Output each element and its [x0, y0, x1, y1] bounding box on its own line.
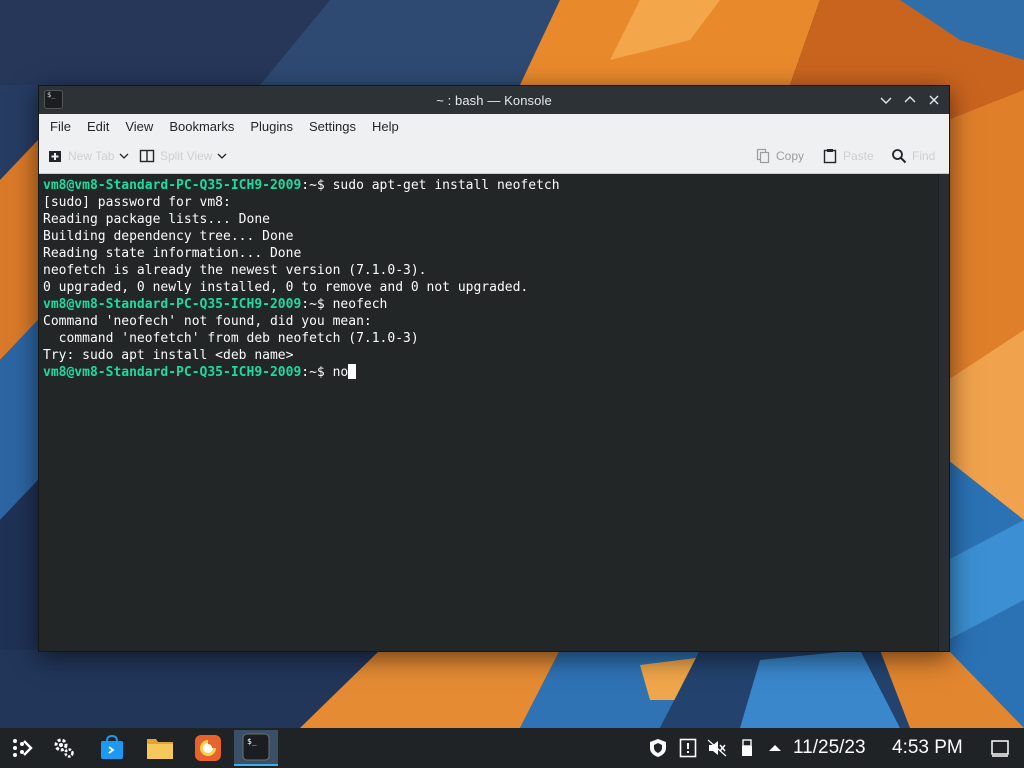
copy-label: Copy [776, 149, 805, 163]
split-view-label: Split View [160, 149, 213, 163]
volume-muted-icon [707, 739, 727, 757]
paste-label: Paste [843, 149, 874, 163]
find-label: Find [912, 149, 936, 163]
terminal-command: sudo apt-get install neofetch [332, 178, 560, 193]
maximize-button[interactable] [899, 89, 921, 111]
terminal-output-line: 0 upgraded, 0 newly installed, 0 to remo… [43, 280, 529, 295]
menu-bookmarks[interactable]: Bookmarks [161, 114, 242, 139]
menu-view[interactable]: View [117, 114, 161, 139]
svg-text:$_: $_ [247, 737, 257, 746]
usb-device-button[interactable] [736, 737, 758, 759]
system-settings-icon [54, 738, 74, 758]
konsole-app-icon[interactable]: $_ [44, 90, 63, 109]
terminal-prompt-line: vm8@vm8-Standard-PC-Q35-ICH9-2009:~$ no [43, 364, 939, 381]
new-tab-icon [49, 151, 61, 162]
security-shield-icon [650, 739, 666, 757]
close-button[interactable] [923, 89, 945, 111]
taskbar-date[interactable]: 11/25/23 [793, 728, 866, 768]
taskbar-time[interactable]: 4:53 PM [892, 728, 963, 768]
chevron-down-icon [880, 97, 892, 104]
prompt-user-host: vm8@vm8-Standard-PC-Q35-ICH9-2009 [43, 365, 302, 380]
terminal-output-line: Command 'neofech' not found, did you mea… [43, 314, 372, 329]
prompt-user-host: vm8@vm8-Standard-PC-Q35-ICH9-2009 [43, 297, 302, 312]
find-button[interactable]: Find [891, 145, 935, 167]
taskbar: $_ 11/25/23 4:53 PM [0, 728, 1024, 768]
application-launcher-icon [13, 739, 33, 757]
main-toolbar: New Tab Split View Copy Paste Find [39, 139, 949, 174]
tray-expand-button[interactable] [764, 737, 786, 759]
security-shield-button[interactable] [647, 737, 669, 759]
konsole-icon: $_ [242, 733, 270, 761]
discover-icon [101, 735, 123, 759]
firefox-icon [195, 735, 221, 761]
minimize-button[interactable] [875, 89, 897, 111]
chevron-up-icon [904, 96, 916, 103]
notifications-icon [679, 738, 697, 758]
paste-icon [823, 149, 837, 164]
file-manager-icon [147, 739, 173, 759]
chevron-down-icon [218, 153, 227, 159]
show-desktop-button[interactable] [989, 737, 1011, 759]
terminal-output-line: Reading state information... Done [43, 246, 302, 261]
chevron-down-icon [120, 153, 129, 159]
terminal-output-line: Try: sudo apt install <deb name> [43, 348, 294, 363]
discover-launcher[interactable] [90, 730, 134, 766]
menu-settings[interactable]: Settings [301, 114, 364, 139]
menu-bar: File Edit View Bookmarks Plugins Setting… [39, 114, 949, 139]
menu-help[interactable]: Help [364, 114, 407, 139]
terminal-command: neofech [332, 297, 388, 312]
copy-button[interactable]: Copy [755, 145, 804, 167]
application-launcher-button[interactable] [0, 730, 44, 766]
konsole-task-button[interactable]: $_ [234, 730, 278, 766]
paste-button[interactable]: Paste [822, 145, 874, 167]
terminal-command: no [332, 365, 349, 380]
firefox-launcher[interactable] [186, 730, 230, 766]
terminal-output-line: Building dependency tree... Done [43, 229, 294, 244]
terminal-output[interactable]: vm8@vm8-Standard-PC-Q35-ICH9-2009:~$ sud… [39, 174, 939, 651]
terminal-cursor [348, 364, 357, 379]
new-tab-button[interactable]: New Tab [47, 145, 129, 167]
menu-plugins[interactable]: Plugins [242, 114, 301, 139]
notifications-button[interactable] [677, 737, 699, 759]
menu-file[interactable]: File [42, 114, 79, 139]
search-icon [892, 149, 907, 164]
volume-button[interactable] [706, 737, 728, 759]
konsole-window: $_ ~ : bash — Konsole File Edit View Boo… [38, 85, 950, 652]
window-controls [875, 89, 945, 111]
new-tab-label: New Tab [68, 149, 115, 163]
show-desktop-icon [991, 740, 1009, 757]
prompt-user-host: vm8@vm8-Standard-PC-Q35-ICH9-2009 [43, 178, 302, 193]
system-settings-launcher[interactable] [42, 730, 86, 766]
terminal-prompt-line: vm8@vm8-Standard-PC-Q35-ICH9-2009:~$ neo… [43, 296, 939, 313]
window-titlebar[interactable]: $_ ~ : bash — Konsole [39, 86, 949, 114]
usb-device-icon [742, 739, 752, 756]
prompt-path: :~$ [301, 297, 333, 312]
split-view-icon [139, 149, 155, 163]
terminal-output-line: [sudo] password for vm8: [43, 195, 231, 210]
window-title: ~ : bash — Konsole [436, 92, 552, 108]
split-view-button[interactable]: Split View [139, 145, 227, 167]
terminal-output-line: neofetch is already the newest version (… [43, 263, 427, 278]
menu-edit[interactable]: Edit [79, 114, 117, 139]
close-icon [929, 95, 939, 105]
prompt-path: :~$ [301, 365, 333, 380]
terminal-output-line: command 'neofetch' from deb neofetch (7.… [43, 331, 419, 346]
tray-expand-icon [769, 745, 781, 751]
copy-icon [756, 148, 770, 164]
terminal-prompt-line: vm8@vm8-Standard-PC-Q35-ICH9-2009:~$ sud… [43, 177, 939, 194]
terminal-scrollbar[interactable] [938, 174, 949, 651]
file-manager-launcher[interactable] [138, 730, 182, 766]
terminal-output-line: Reading package lists... Done [43, 212, 270, 227]
prompt-path: :~$ [301, 178, 333, 193]
